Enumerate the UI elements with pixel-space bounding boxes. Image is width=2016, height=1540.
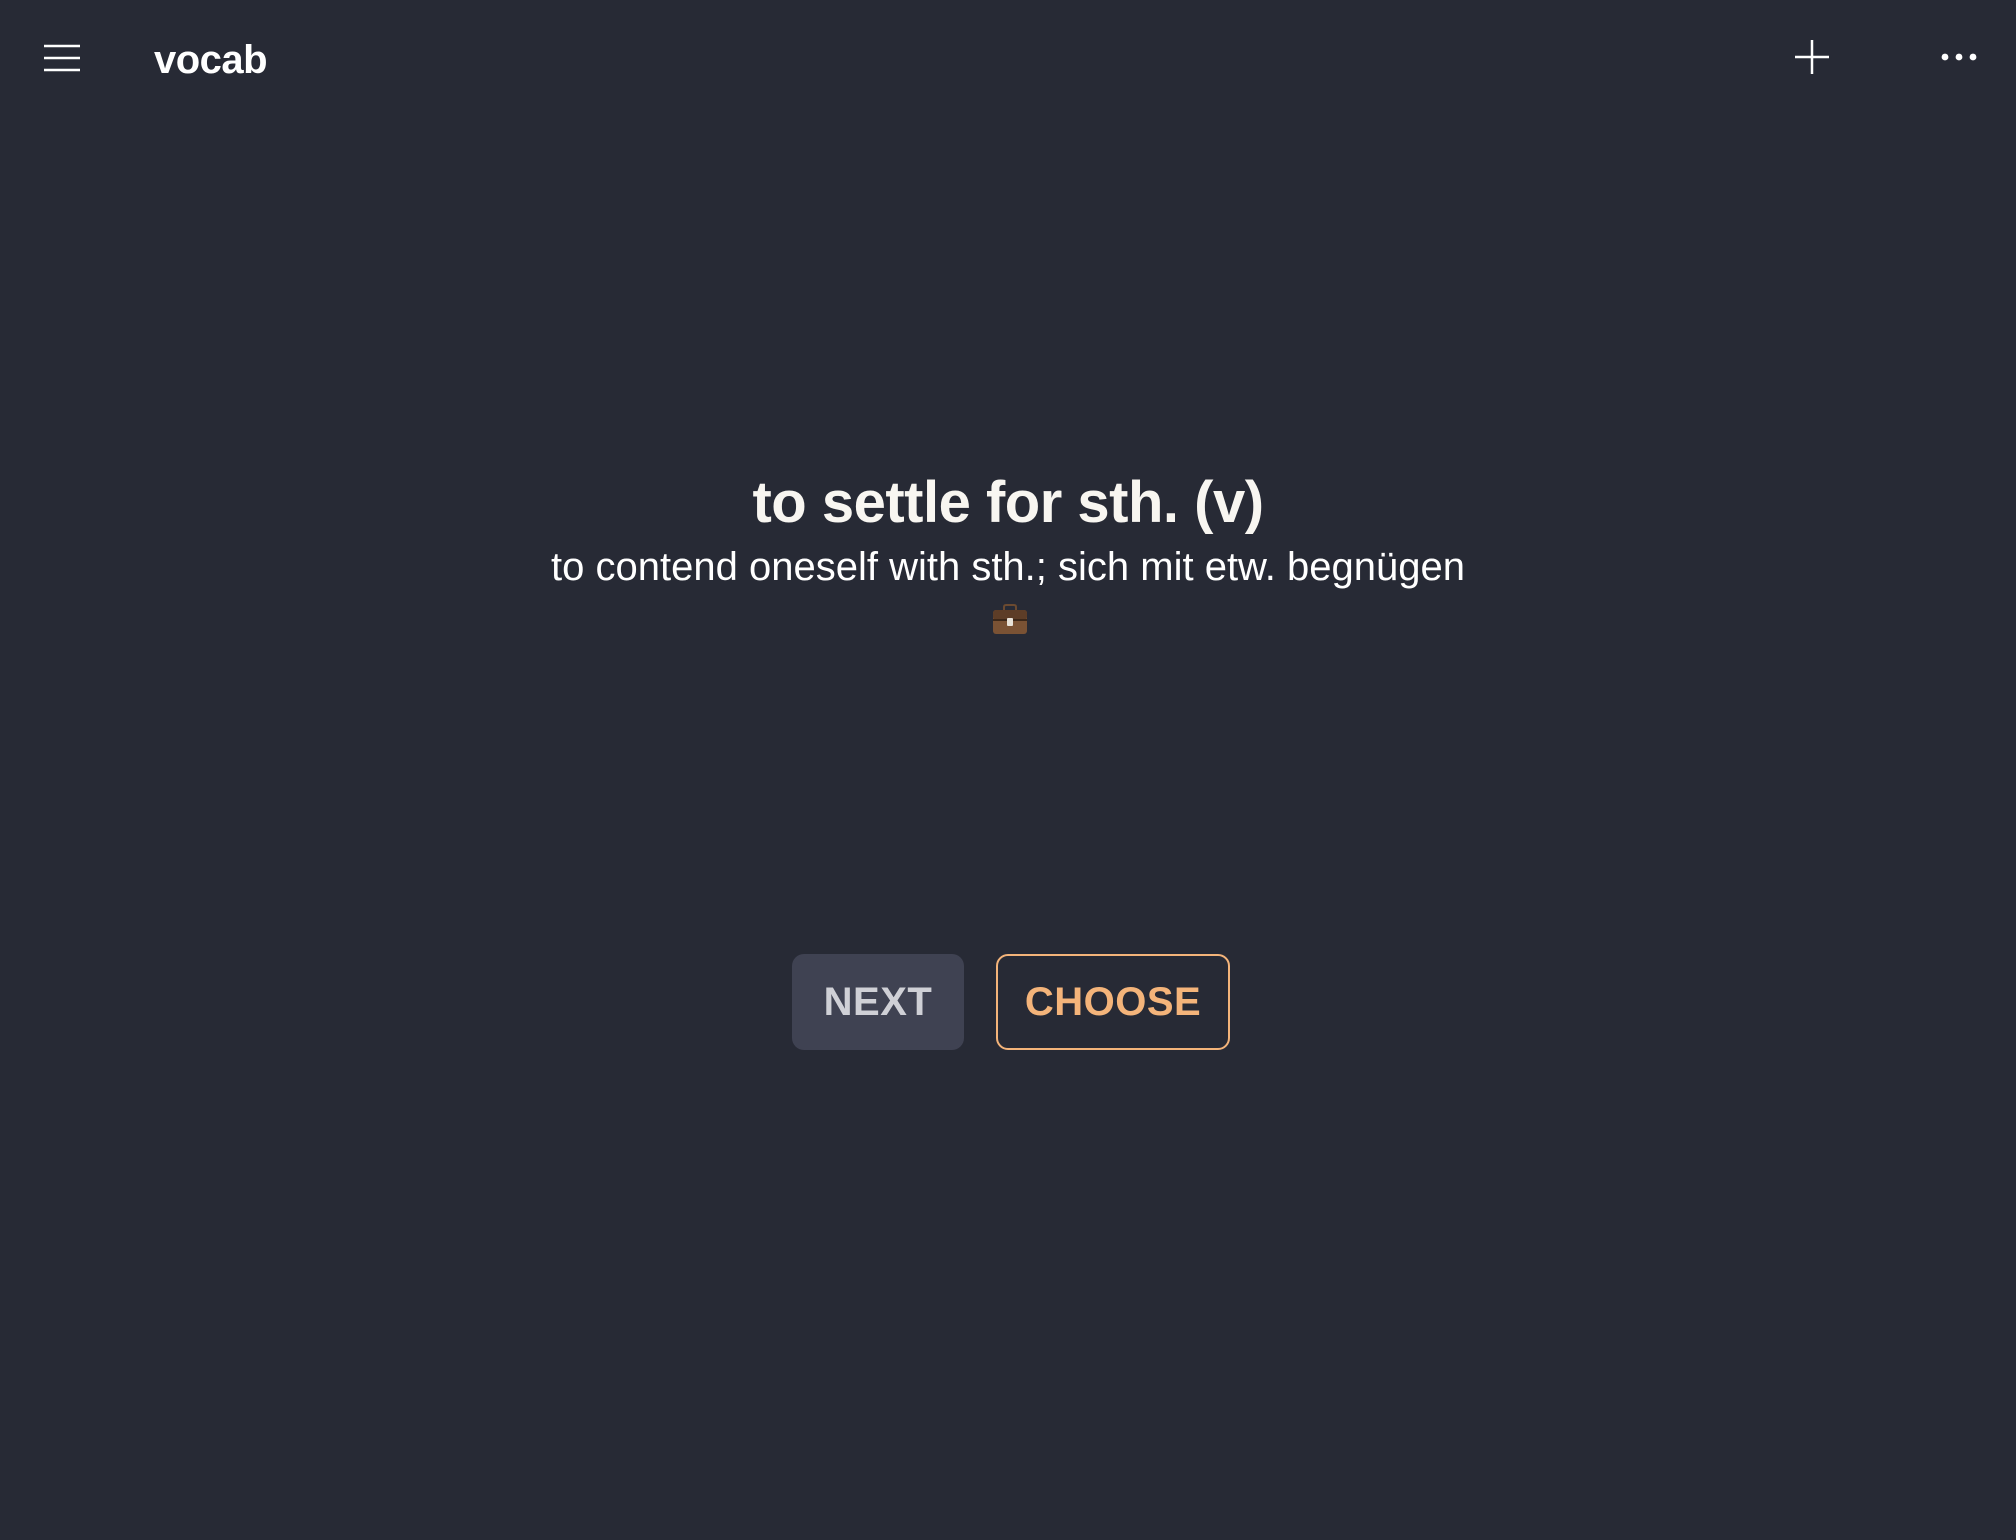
more-options-button[interactable] — [1926, 26, 1992, 88]
app-title: vocab — [154, 38, 268, 82]
briefcase-icon — [993, 604, 1027, 634]
vocab-definition: to contend oneself with sth.; sich mit e… — [551, 545, 1465, 589]
plus-icon — [1795, 40, 1829, 74]
card-actions: NEXT CHOOSE — [792, 954, 1230, 1050]
next-button[interactable]: NEXT — [792, 954, 964, 1050]
app-bar: vocab — [0, 0, 2016, 116]
choose-button[interactable]: CHOOSE — [996, 954, 1230, 1050]
add-button[interactable] — [1782, 26, 1842, 88]
hamburger-menu-icon — [44, 44, 80, 72]
more-horizontal-icon — [1941, 53, 1977, 61]
menu-button[interactable] — [30, 28, 94, 88]
vocab-term: to settle for sth. (v) — [752, 470, 1264, 535]
vocab-card: to settle for sth. (v) to contend onesel… — [0, 460, 2016, 640]
